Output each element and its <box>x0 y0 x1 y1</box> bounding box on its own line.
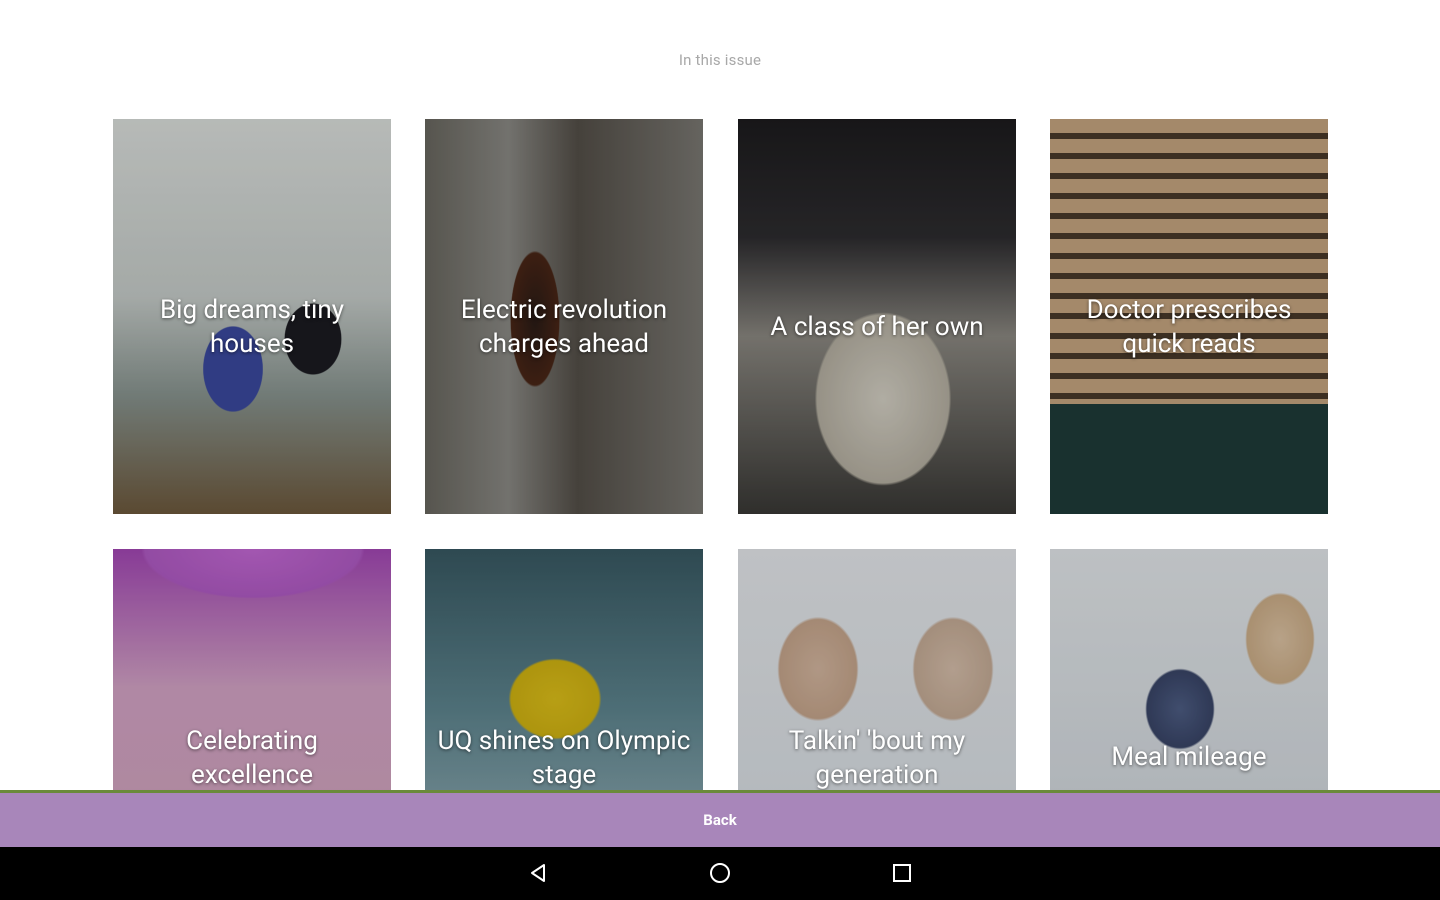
article-title: UQ shines on Olympic stage <box>437 726 691 790</box>
article-card-electric-revolution[interactable]: Electric revolution charges ahead <box>425 119 703 514</box>
article-title: Meal mileage <box>1111 742 1267 772</box>
issue-heading: In this issue <box>678 51 762 69</box>
article-title: Doctor prescribes quick reads <box>1086 295 1292 359</box>
article-card-class-of-her-own[interactable]: A class of her own <box>738 119 1016 514</box>
article-card-tiny-houses[interactable]: Big dreams, tiny houses <box>113 119 391 514</box>
recents-square-icon[interactable] <box>886 859 918 887</box>
article-title: Electric revolution charges ahead <box>460 295 668 359</box>
article-title: Talkin' 'bout my generation <box>788 726 966 790</box>
system-navigation-bar <box>0 847 1440 900</box>
back-button[interactable]: Back <box>0 790 1440 847</box>
home-circle-icon[interactable] <box>704 859 736 887</box>
article-title: A class of her own <box>770 312 984 342</box>
article-title: Celebrating excellence <box>186 726 318 790</box>
back-triangle-icon[interactable] <box>522 859 554 887</box>
article-card-quick-reads[interactable]: Doctor prescribes quick reads <box>1050 119 1328 514</box>
back-button-label: Back <box>703 811 737 829</box>
article-title: Big dreams, tiny houses <box>159 295 344 359</box>
app-screen: In this issue Big dreams, tiny houses El… <box>0 0 1440 900</box>
